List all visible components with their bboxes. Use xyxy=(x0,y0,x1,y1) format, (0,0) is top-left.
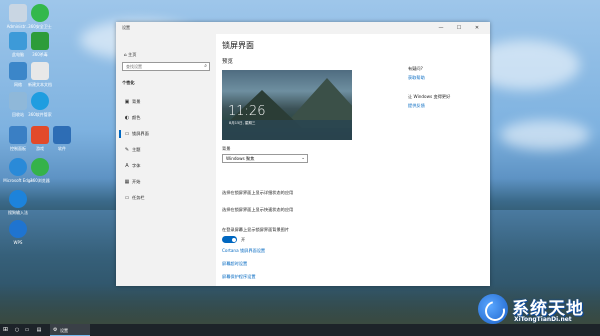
palette-icon: ◐ xyxy=(124,115,130,121)
help-question: 有疑问? xyxy=(408,66,423,71)
sidebar: ⌂ 主页 查找设置 ⌕ 个性化 ▣ 背景 ◐ 颜色 ▭ 锁屏界面 ✎ 主题 A … xyxy=(116,34,216,286)
sidebar-item-label: 颜色 xyxy=(132,115,141,120)
background-label: 背景 xyxy=(222,146,231,151)
feedback-link[interactable]: 提供反馈 xyxy=(408,103,425,109)
search-icon[interactable]: ○ xyxy=(14,327,20,333)
detailed-status-app-option[interactable]: 选择在锁屏界面上显示详细状态的应用 xyxy=(222,190,293,196)
site-watermark: 系统天地 XiTongTianDi.net xyxy=(478,292,598,326)
desktop-icon-label: 新建文本文档 xyxy=(28,82,52,87)
sidebar-item-label: 字体 xyxy=(132,163,141,168)
sidebar-item-label: 开始 xyxy=(132,179,141,184)
desktop-icon-wps[interactable]: WPS xyxy=(0,220,36,245)
main-content: 锁屏界面 预览 11:26 8月15日, 星期三 背景 Windows 聚焦 ⌄… xyxy=(216,34,490,286)
quick-status-apps-option[interactable]: 选择在锁屏界面上显示快速状态的应用 xyxy=(222,207,293,213)
search-icon: ⌕ xyxy=(204,63,207,69)
toggle-state-label: 开 xyxy=(241,237,246,242)
font-icon: A xyxy=(125,163,129,169)
sidebar-item-themes[interactable]: ✎ 主题 xyxy=(116,144,216,156)
desktop-icon-360-antivirus[interactable]: 360杀毒 xyxy=(22,32,58,57)
settings-window: 设置 — ☐ ✕ ⌂ 主页 查找设置 ⌕ 个性化 ▣ 背景 ◐ 颜色 ▭ 锁屏界… xyxy=(116,22,490,286)
desktop-icon-label: WPS xyxy=(13,240,23,245)
360-safe-icon xyxy=(31,4,49,22)
signin-background-toggle[interactable] xyxy=(222,236,237,243)
shield-icon xyxy=(31,32,49,50)
desktop-icon-text-document[interactable]: 新建文本文档 xyxy=(22,62,58,87)
watermark-logo-icon xyxy=(478,294,508,324)
preview-date: 8月15日, 星期三 xyxy=(229,121,256,125)
software-manager-icon xyxy=(31,92,49,110)
desktop-icon-360-safe[interactable]: 360安全卫士 xyxy=(22,4,58,29)
sidebar-item-lock-screen[interactable]: ▭ 锁屏界面 xyxy=(116,128,216,140)
minimize-button[interactable]: — xyxy=(434,22,448,34)
background-select-value: Windows 聚焦 xyxy=(226,156,255,161)
get-help-link[interactable]: 获取帮助 xyxy=(408,75,425,81)
screen-saver-link[interactable]: 屏幕保护程序设置 xyxy=(222,274,256,280)
taskbar-icon: ▭ xyxy=(124,195,130,201)
sidebar-item-background[interactable]: ▣ 背景 xyxy=(116,96,216,108)
window-title: 设置 xyxy=(122,25,130,30)
preview-heading: 预览 xyxy=(222,59,234,65)
lock-screen-icon: ▭ xyxy=(124,131,130,137)
desktop-icon-label: 360软件管家 xyxy=(28,112,52,117)
sidebar-item-label: 锁屏界面 xyxy=(132,131,149,136)
improve-windows-title: 让 Windows 变得更好 xyxy=(408,94,451,99)
image-icon: ▣ xyxy=(124,99,130,105)
software-icon xyxy=(53,126,71,144)
windows-start-icon[interactable]: ⊞ xyxy=(3,327,8,333)
sogou-icon xyxy=(9,190,27,208)
taskbar: ⊞ ○ ▭ ▤ ⚙ 设置 xyxy=(0,324,600,336)
maximize-button[interactable]: ☐ xyxy=(452,22,466,34)
explorer-icon[interactable]: ▤ xyxy=(36,327,42,333)
desktop-icon-software[interactable]: 软件 xyxy=(44,126,80,151)
wps-icon xyxy=(9,220,27,238)
task-view-icon[interactable]: ▭ xyxy=(24,327,30,333)
page-title: 锁屏界面 xyxy=(222,41,254,50)
search-input[interactable]: 查找设置 ⌕ xyxy=(122,62,210,71)
desktop-icon-software-manager[interactable]: 360软件管家 xyxy=(22,92,58,117)
desktop-icon-360-browser[interactable]: 360浏览器 xyxy=(22,158,58,183)
start-icon: ▦ xyxy=(124,179,130,185)
sidebar-item-label: 背景 xyxy=(132,99,141,104)
sidebar-home-label: 主页 xyxy=(128,52,137,57)
sidebar-item-label: 任务栏 xyxy=(132,195,145,200)
close-button[interactable]: ✕ xyxy=(470,22,484,34)
desktop-icon-label: 搜狗输入法 xyxy=(8,210,28,215)
search-placeholder: 查找设置 xyxy=(126,64,142,69)
desktop-icon-label: 360浏览器 xyxy=(30,178,50,183)
sidebar-item-colors[interactable]: ◐ 颜色 xyxy=(116,112,216,124)
sidebar-item-label: 主题 xyxy=(132,147,141,152)
theme-icon: ✎ xyxy=(124,147,130,153)
preview-clock: 11:26 xyxy=(228,104,266,119)
chevron-down-icon: ⌄ xyxy=(301,156,305,161)
taskbar-settings-button[interactable]: ⚙ 设置 xyxy=(50,324,90,336)
cloud xyxy=(500,120,590,150)
watermark-url: XiTongTianDi.net xyxy=(514,316,572,323)
gear-icon: ⚙ xyxy=(53,327,58,333)
sidebar-item-taskbar[interactable]: ▭ 任务栏 xyxy=(116,192,216,204)
document-icon xyxy=(31,62,49,80)
sidebar-item-fonts[interactable]: A 字体 xyxy=(116,160,216,172)
desktop-icon-sogou[interactable]: 搜狗输入法 xyxy=(0,190,36,215)
screen-timeout-link[interactable]: 屏幕超时设置 xyxy=(222,261,247,267)
sidebar-section-title: 个性化 xyxy=(122,80,135,85)
browser-icon xyxy=(31,158,49,176)
title-bar[interactable]: 设置 — ☐ ✕ xyxy=(116,22,490,34)
cortana-settings-link[interactable]: Cortana 锁屏界面设置 xyxy=(222,248,265,254)
sidebar-item-start[interactable]: ▦ 开始 xyxy=(116,176,216,188)
background-select[interactable]: Windows 聚焦 ⌄ xyxy=(222,154,308,163)
desktop-icon-label: 360杀毒 xyxy=(32,52,48,57)
taskbar-settings-label: 设置 xyxy=(60,328,68,333)
desktop-icon-label: 360安全卫士 xyxy=(28,24,52,29)
lock-screen-preview: 11:26 8月15日, 星期三 xyxy=(222,70,352,140)
home-icon: ⌂ xyxy=(124,52,127,57)
sidebar-home[interactable]: ⌂ 主页 xyxy=(124,52,136,58)
signin-background-label: 在登录屏幕上显示锁屏界面背景图片 xyxy=(222,227,290,232)
desktop-icon-label: 软件 xyxy=(58,146,66,151)
